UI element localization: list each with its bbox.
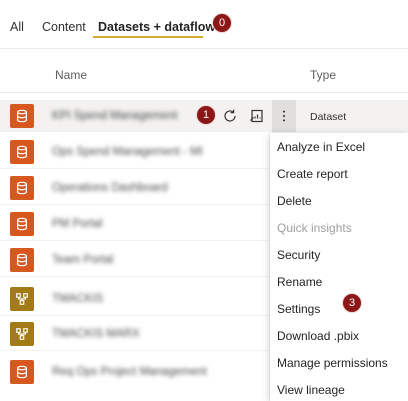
menu-item-analyze-in-excel[interactable]: Analyze in Excel <box>270 134 408 161</box>
dataflow-icon <box>10 287 34 311</box>
dataflow-icon <box>10 322 34 346</box>
more-options-icon[interactable] <box>272 100 296 132</box>
header-divider <box>0 92 408 93</box>
column-header-name[interactable]: Name <box>55 68 87 82</box>
menu-item-settings[interactable]: Settings <box>270 296 408 323</box>
row-name[interactable]: Team Portal <box>52 254 113 266</box>
create-report-icon[interactable] <box>247 106 267 126</box>
active-tab-underline <box>93 36 203 38</box>
menu-item-view-lineage[interactable]: View lineage <box>270 377 408 401</box>
row-name[interactable]: Ops Spend Management - MI <box>52 146 203 158</box>
tab-datasets-dataflows[interactable]: Datasets + dataflows <box>98 20 222 34</box>
database-icon <box>10 104 34 128</box>
menu-item-download-pbix[interactable]: Download .pbix <box>270 323 408 350</box>
row-name[interactable]: Operations Dashboard <box>52 182 168 194</box>
menu-item-quick-insights: Quick insights <box>277 221 352 235</box>
tabs-divider <box>0 48 408 49</box>
menu-item-manage-permissions[interactable]: Manage permissions <box>270 350 408 377</box>
callout-badge-1: 1 <box>196 105 216 125</box>
column-header-type[interactable]: Type <box>310 68 336 82</box>
menu-item-delete[interactable]: Delete <box>270 188 408 215</box>
database-icon <box>10 176 34 200</box>
row-name[interactable]: KPI Spend Management <box>52 110 177 122</box>
context-menu: Analyze in Excel Create report Delete Qu… <box>270 133 408 401</box>
database-icon <box>10 140 34 164</box>
menu-item-create-report[interactable]: Create report <box>270 161 408 188</box>
row-name[interactable]: PM Portal <box>52 218 103 230</box>
menu-item-security[interactable]: Security <box>270 242 408 269</box>
refresh-icon[interactable] <box>220 106 240 126</box>
database-icon <box>10 360 34 384</box>
menu-item-rename[interactable]: Rename <box>270 269 408 296</box>
row-name[interactable]: Req Ops Project Management <box>52 366 207 378</box>
row-name[interactable]: TMACKIS MARX <box>52 328 140 340</box>
tab-all[interactable]: All <box>10 20 24 34</box>
callout-badge-3: 3 <box>342 293 362 313</box>
row-name[interactable]: TMACKIS <box>52 293 103 305</box>
row-type: Dataset <box>310 111 347 123</box>
database-icon <box>10 248 34 272</box>
pivot-tabs: All Content Datasets + dataflows <box>0 0 408 48</box>
callout-badge-0: 0 <box>212 13 232 33</box>
database-icon <box>10 212 34 236</box>
tab-content[interactable]: Content <box>42 20 86 34</box>
table-row[interactable]: KPI Spend Management 1 Dataset <box>0 100 408 132</box>
